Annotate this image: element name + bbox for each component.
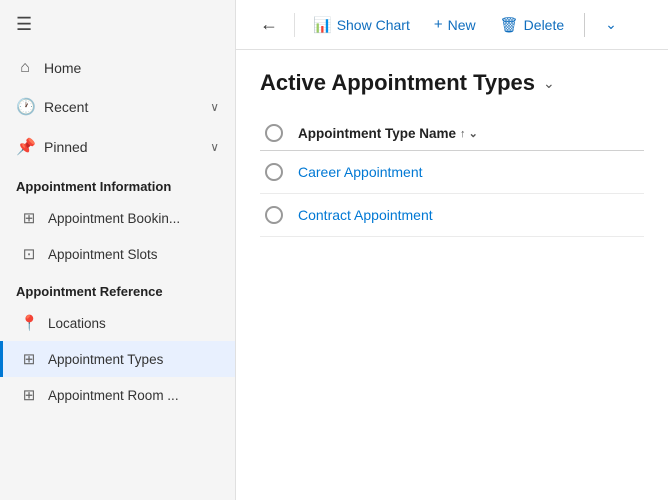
sidebar-item-types-label: Appointment Types	[48, 352, 163, 367]
location-icon: 📍	[20, 314, 38, 332]
sidebar-header: ☰	[0, 0, 235, 49]
sidebar-item-recent[interactable]: 🕐 Recent ∨	[0, 87, 235, 127]
room-icon: ⊞	[20, 386, 38, 404]
show-chart-button[interactable]: 📊 Show Chart	[303, 10, 420, 40]
booking-icon: ⊞	[20, 209, 38, 227]
sidebar-item-appointment-booking[interactable]: ⊞ Appointment Bookin...	[0, 200, 235, 236]
column-name-header: Appointment Type Name ↑ ⌄	[298, 126, 644, 141]
toolbar: ← 📊 Show Chart + New 🗑 Delete ⌄	[236, 0, 668, 50]
chevron-down-icon: ⌄	[605, 16, 617, 33]
chevron-down-icon: ∨	[210, 100, 219, 114]
section-appointment-information: Appointment Information	[0, 167, 235, 200]
trash-icon: 🗑	[500, 16, 519, 34]
sidebar-item-home-label: Home	[44, 60, 81, 76]
delete-button[interactable]: 🗑 Delete	[490, 10, 575, 40]
main-content: ← 📊 Show Chart + New 🗑 Delete ⌄ Active A…	[236, 0, 668, 500]
new-button[interactable]: + New	[424, 10, 486, 39]
sort-icon[interactable]: ↑ ⌄	[460, 127, 478, 140]
sidebar-item-booking-label: Appointment Bookin...	[48, 211, 180, 226]
sidebar-item-slots-label: Appointment Slots	[48, 247, 158, 262]
toolbar-separator	[584, 13, 585, 37]
sidebar-item-appointment-room[interactable]: ⊞ Appointment Room ...	[0, 377, 235, 413]
clock-icon: 🕐	[16, 97, 34, 117]
page-title: Active Appointment Types	[260, 70, 535, 96]
table-row: Career Appointment	[260, 151, 644, 194]
plus-icon: +	[434, 16, 443, 33]
contract-appointment-link[interactable]: Contract Appointment	[298, 207, 644, 223]
section-appointment-reference: Appointment Reference	[0, 272, 235, 305]
career-appointment-link[interactable]: Career Appointment	[298, 164, 644, 180]
row-checkbox[interactable]	[265, 206, 283, 224]
sidebar-item-recent-label: Recent	[44, 99, 88, 115]
row-checkbox-col	[260, 206, 288, 224]
select-all-checkbox[interactable]	[265, 124, 283, 142]
slots-icon: ⊡	[20, 245, 38, 263]
row-checkbox-col	[260, 163, 288, 181]
row-checkbox[interactable]	[265, 163, 283, 181]
sidebar-item-appointment-types[interactable]: ⊞ Appointment Types	[0, 341, 235, 377]
sidebar-nav: ⌂ Home 🕐 Recent ∨ 📌 Pinned ∨ Appointment…	[0, 49, 235, 413]
more-button[interactable]: ⌄	[595, 10, 627, 39]
sidebar: ☰ ⌂ Home 🕐 Recent ∨ 📌 Pinned ∨ Appointme…	[0, 0, 236, 500]
home-icon: ⌂	[16, 59, 34, 77]
title-chevron-icon[interactable]: ⌄	[543, 75, 555, 92]
table-header: Appointment Type Name ↑ ⌄	[260, 116, 644, 151]
sidebar-item-pinned-label: Pinned	[44, 139, 88, 155]
chart-icon: 📊	[313, 16, 332, 34]
sidebar-item-locations[interactable]: 📍 Locations	[0, 305, 235, 341]
sidebar-item-appointment-slots[interactable]: ⊡ Appointment Slots	[0, 236, 235, 272]
back-button[interactable]: ←	[252, 10, 286, 39]
chevron-down-icon: ∨	[210, 140, 219, 154]
page-title-row: Active Appointment Types ⌄	[260, 70, 644, 96]
header-checkbox-col	[260, 124, 288, 142]
sidebar-item-room-label: Appointment Room ...	[48, 388, 179, 403]
pin-icon: 📌	[16, 137, 34, 157]
sidebar-item-locations-label: Locations	[48, 316, 106, 331]
hamburger-icon[interactable]: ☰	[16, 14, 32, 35]
sidebar-item-pinned[interactable]: 📌 Pinned ∨	[0, 127, 235, 167]
types-icon: ⊞	[20, 350, 38, 368]
table-row: Contract Appointment	[260, 194, 644, 237]
content-area: Active Appointment Types ⌄ Appointment T…	[236, 50, 668, 500]
sidebar-item-home[interactable]: ⌂ Home	[0, 49, 235, 87]
